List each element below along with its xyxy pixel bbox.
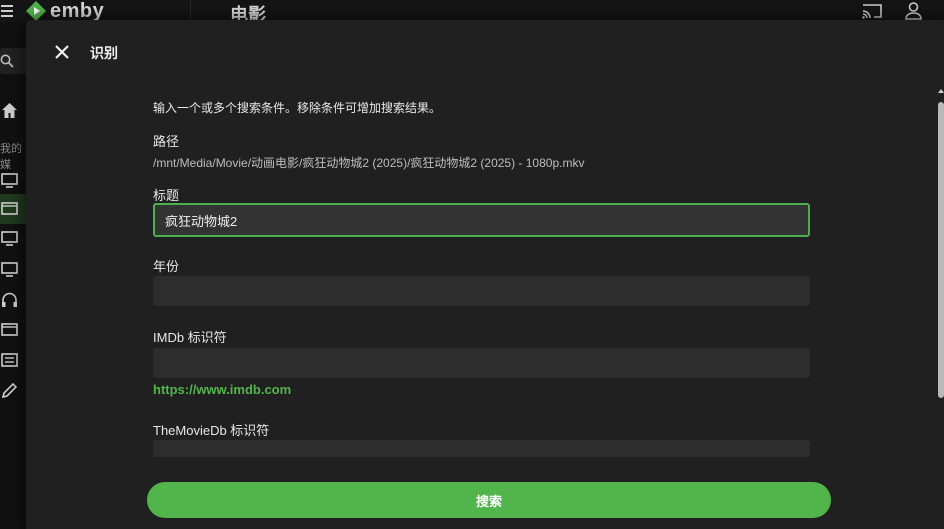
year-label: 年份 (153, 259, 180, 274)
movie-icon (1, 202, 18, 215)
cast-icon[interactable] (862, 3, 882, 19)
path-label: 路径 (153, 134, 180, 149)
tv-icon[interactable] (1, 230, 18, 247)
title-label: 标题 (153, 188, 180, 203)
search-icon (0, 54, 14, 68)
identify-dialog: 识别 输入一个或多个搜索条件。移除条件可增加搜索结果。 路径 /mnt/Medi… (26, 20, 944, 529)
close-button[interactable] (51, 41, 73, 63)
emby-logo-icon (26, 1, 46, 21)
title-input[interactable] (153, 203, 810, 237)
list-icon[interactable] (1, 352, 18, 369)
search-button[interactable]: 搜索 (147, 482, 831, 518)
app-header: emby 电影 (0, 0, 944, 25)
intro-text: 输入一个或多个搜索条件。移除条件可增加搜索结果。 (153, 101, 442, 115)
user-icon[interactable] (905, 2, 922, 20)
movie-icon[interactable] (1, 321, 18, 338)
year-input[interactable] (153, 276, 810, 306)
tmdb-label: TheMovieDb 标识符 (153, 423, 270, 438)
menu-icon[interactable] (1, 5, 13, 17)
imdb-label: IMDb 标识符 (153, 330, 227, 345)
emby-logo[interactable]: emby (26, 0, 104, 22)
scrollbar-thumb[interactable] (938, 102, 944, 398)
imdb-link[interactable]: https://www.imdb.com (153, 382, 291, 397)
form-fade (26, 457, 936, 475)
scroll-up-arrow-icon[interactable] (938, 89, 944, 93)
imdb-input[interactable] (153, 348, 810, 378)
home-icon[interactable] (1, 102, 18, 119)
path-value: /mnt/Media/Movie/动画电影/疯狂动物城2 (2025)/疯狂动物… (153, 156, 585, 170)
dialog-title: 识别 (90, 45, 118, 61)
tv-icon[interactable] (1, 261, 18, 278)
close-icon (55, 45, 69, 59)
pencil-icon[interactable] (1, 382, 18, 399)
header-divider (190, 0, 191, 22)
tv-icon[interactable] (1, 172, 18, 189)
headphones-icon[interactable] (1, 292, 18, 309)
